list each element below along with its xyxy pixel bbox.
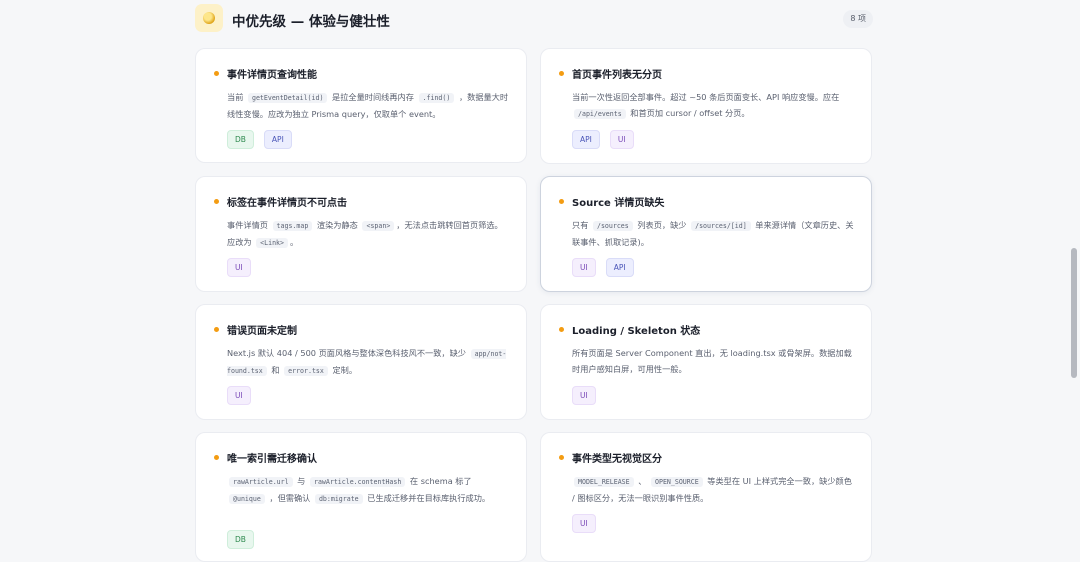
card-description: rawArticle.url 与 rawArticle.contentHash … bbox=[227, 473, 509, 507]
priority-dot bbox=[559, 199, 564, 204]
inline-code: MODEL_RELEASE bbox=[574, 477, 634, 487]
coin-icon bbox=[195, 4, 223, 32]
issue-card[interactable]: 事件详情页查询性能 当前 getEventDetail(id) 是拉全量时间线再内… bbox=[195, 48, 527, 163]
card-title: Loading / Skeleton 状态 bbox=[572, 326, 701, 337]
description-text: 定制。 bbox=[329, 365, 358, 375]
item-count-badge: 8 项 bbox=[843, 10, 873, 28]
description-text: 当前 bbox=[227, 92, 246, 102]
tag-api: API bbox=[605, 258, 634, 277]
card-description: MODEL_RELEASE 、 OPEN_SOURCE 等类型在 UI 上样式完… bbox=[572, 473, 854, 506]
description-text: 渲染为静态 bbox=[314, 220, 361, 230]
inline-code: rawArticle.contentHash bbox=[309, 477, 406, 487]
tag-ui: UI bbox=[572, 258, 596, 277]
scrollbar-thumb[interactable] bbox=[1071, 248, 1077, 378]
issue-card[interactable]: Loading / Skeleton 状态所有页面是 Server Compon… bbox=[540, 304, 872, 420]
description-text: 与 bbox=[294, 476, 308, 486]
card-description: 当前 getEventDetail(id) 是拉全量时间线再内存 .find()… bbox=[227, 89, 509, 122]
tag-ui: UI bbox=[227, 386, 251, 405]
tag-list: UI bbox=[227, 258, 251, 277]
issue-card[interactable]: 标签在事件详情页不可点击事件详情页 tags.map 渲染为静态 <span>，… bbox=[195, 176, 527, 292]
card-description: 所有页面是 Server Component 直出，无 loading.tsx … bbox=[572, 345, 854, 377]
tag-list: API UI bbox=[572, 130, 634, 149]
tag-list: UI bbox=[572, 386, 596, 405]
tag-list: UI API bbox=[572, 258, 634, 277]
tag-ui: UI bbox=[227, 258, 251, 277]
tag-api: API bbox=[572, 130, 600, 149]
description-text: 和 bbox=[268, 365, 283, 375]
section-header: 中优先级 — 体验与健壮性 8 项 bbox=[195, 4, 873, 34]
description-text: 是拉全量时间线再内存 bbox=[329, 92, 417, 102]
issue-card[interactable]: 错误页面未定制 Next.js 默认 404 / 500 页面风格与整体深色科技风… bbox=[195, 304, 527, 420]
priority-dot bbox=[214, 455, 219, 460]
inline-code: db:migrate bbox=[314, 494, 363, 504]
issue-card[interactable]: 唯一索引需迁移确认 rawArticle.url 与 rawArticle.con… bbox=[195, 432, 527, 562]
card-title: 事件详情页查询性能 bbox=[227, 70, 317, 81]
priority-dot bbox=[214, 199, 219, 204]
card-title: 错误页面未定制 bbox=[227, 326, 297, 337]
card-description: Next.js 默认 404 / 500 页面风格与整体深色科技风不一致，缺少 … bbox=[227, 345, 509, 379]
tag-list: UI bbox=[572, 514, 596, 533]
card-title: Source 详情页缺失 bbox=[572, 198, 665, 209]
description-text: 当前一次性返回全部事件。超过 ~50 条后页面变长、API 响应变慢。应在 bbox=[572, 92, 840, 102]
card-title: 首页事件列表无分页 bbox=[572, 70, 662, 81]
issue-card[interactable]: Source 详情页缺失 只有 /sources 列表页，缺少 /sources/… bbox=[540, 176, 872, 292]
description-text: 。 bbox=[290, 237, 299, 247]
inline-code: rawArticle.url bbox=[229, 477, 293, 487]
tag-ui: UI bbox=[609, 130, 634, 149]
priority-dot bbox=[214, 71, 219, 76]
inline-code: <Link> bbox=[256, 238, 288, 248]
inline-code: OPEN_SOURCE bbox=[651, 477, 703, 487]
tag-ui: UI bbox=[572, 514, 596, 533]
card-title: 唯一索引需迁移确认 bbox=[227, 454, 317, 465]
priority-dot bbox=[559, 71, 564, 76]
description-text: 在 schema 标了 bbox=[407, 476, 472, 486]
description-text: ，但需确认 bbox=[266, 493, 313, 503]
tag-api: API bbox=[263, 130, 292, 149]
inline-code: error.tsx bbox=[284, 366, 328, 376]
card-title: 标签在事件详情页不可点击 bbox=[227, 198, 347, 209]
tag-list: DB bbox=[227, 530, 254, 549]
card-description: 当前一次性返回全部事件。超过 ~50 条后页面变长、API 响应变慢。应在 /a… bbox=[572, 89, 854, 122]
priority-dot bbox=[559, 455, 564, 460]
card-description: 只有 /sources 列表页，缺少 /sources/[id] 单来源详情（文… bbox=[572, 217, 854, 250]
inline-code: @unique bbox=[229, 494, 265, 504]
tag-ui: UI bbox=[572, 386, 596, 405]
description-text: 所有页面是 Server Component 直出，无 loading.tsx … bbox=[572, 348, 852, 374]
inline-code: /sources/[id] bbox=[691, 221, 751, 231]
description-text: 和首页加 cursor / offset 分页。 bbox=[627, 108, 750, 118]
tag-list: UI bbox=[227, 386, 251, 405]
inline-code: /sources bbox=[592, 221, 633, 231]
description-text: 、 bbox=[635, 476, 650, 486]
inline-code: getEventDetail(id) bbox=[247, 93, 328, 103]
section-title: 中优先级 — 体验与健壮性 bbox=[232, 14, 390, 30]
tag-db: DB bbox=[227, 530, 254, 549]
inline-code: tags.map bbox=[272, 221, 313, 231]
inline-code: <span> bbox=[362, 221, 395, 231]
tag-list: DB API bbox=[227, 130, 292, 149]
description-text: 已生成迁移并在目标库执行成功。 bbox=[364, 493, 491, 503]
issue-card[interactable]: 首页事件列表无分页当前一次性返回全部事件。超过 ~50 条后页面变长、API 响… bbox=[540, 48, 872, 164]
card-description: 事件详情页 tags.map 渲染为静态 <span> ，无法点击跳转回首页筛选。… bbox=[227, 217, 509, 251]
description-text: 事件详情页 bbox=[227, 220, 271, 230]
card-title: 事件类型无视觉区分 bbox=[572, 454, 662, 465]
priority-dot bbox=[559, 327, 564, 332]
description-text: 列表页，缺少 bbox=[634, 220, 690, 230]
description-text: Next.js 默认 404 / 500 页面风格与整体深色科技风不一致，缺少 bbox=[227, 348, 469, 358]
inline-code: .find() bbox=[418, 93, 455, 103]
description-text: 只有 bbox=[572, 220, 591, 230]
inline-code: /api/events bbox=[574, 109, 626, 119]
priority-dot bbox=[214, 327, 219, 332]
issue-card[interactable]: 事件类型无视觉区分 MODEL_RELEASE 、 OPEN_SOURCE 等类型… bbox=[540, 432, 872, 562]
tag-db: DB bbox=[227, 130, 254, 149]
scrollbar[interactable] bbox=[1068, 0, 1080, 548]
